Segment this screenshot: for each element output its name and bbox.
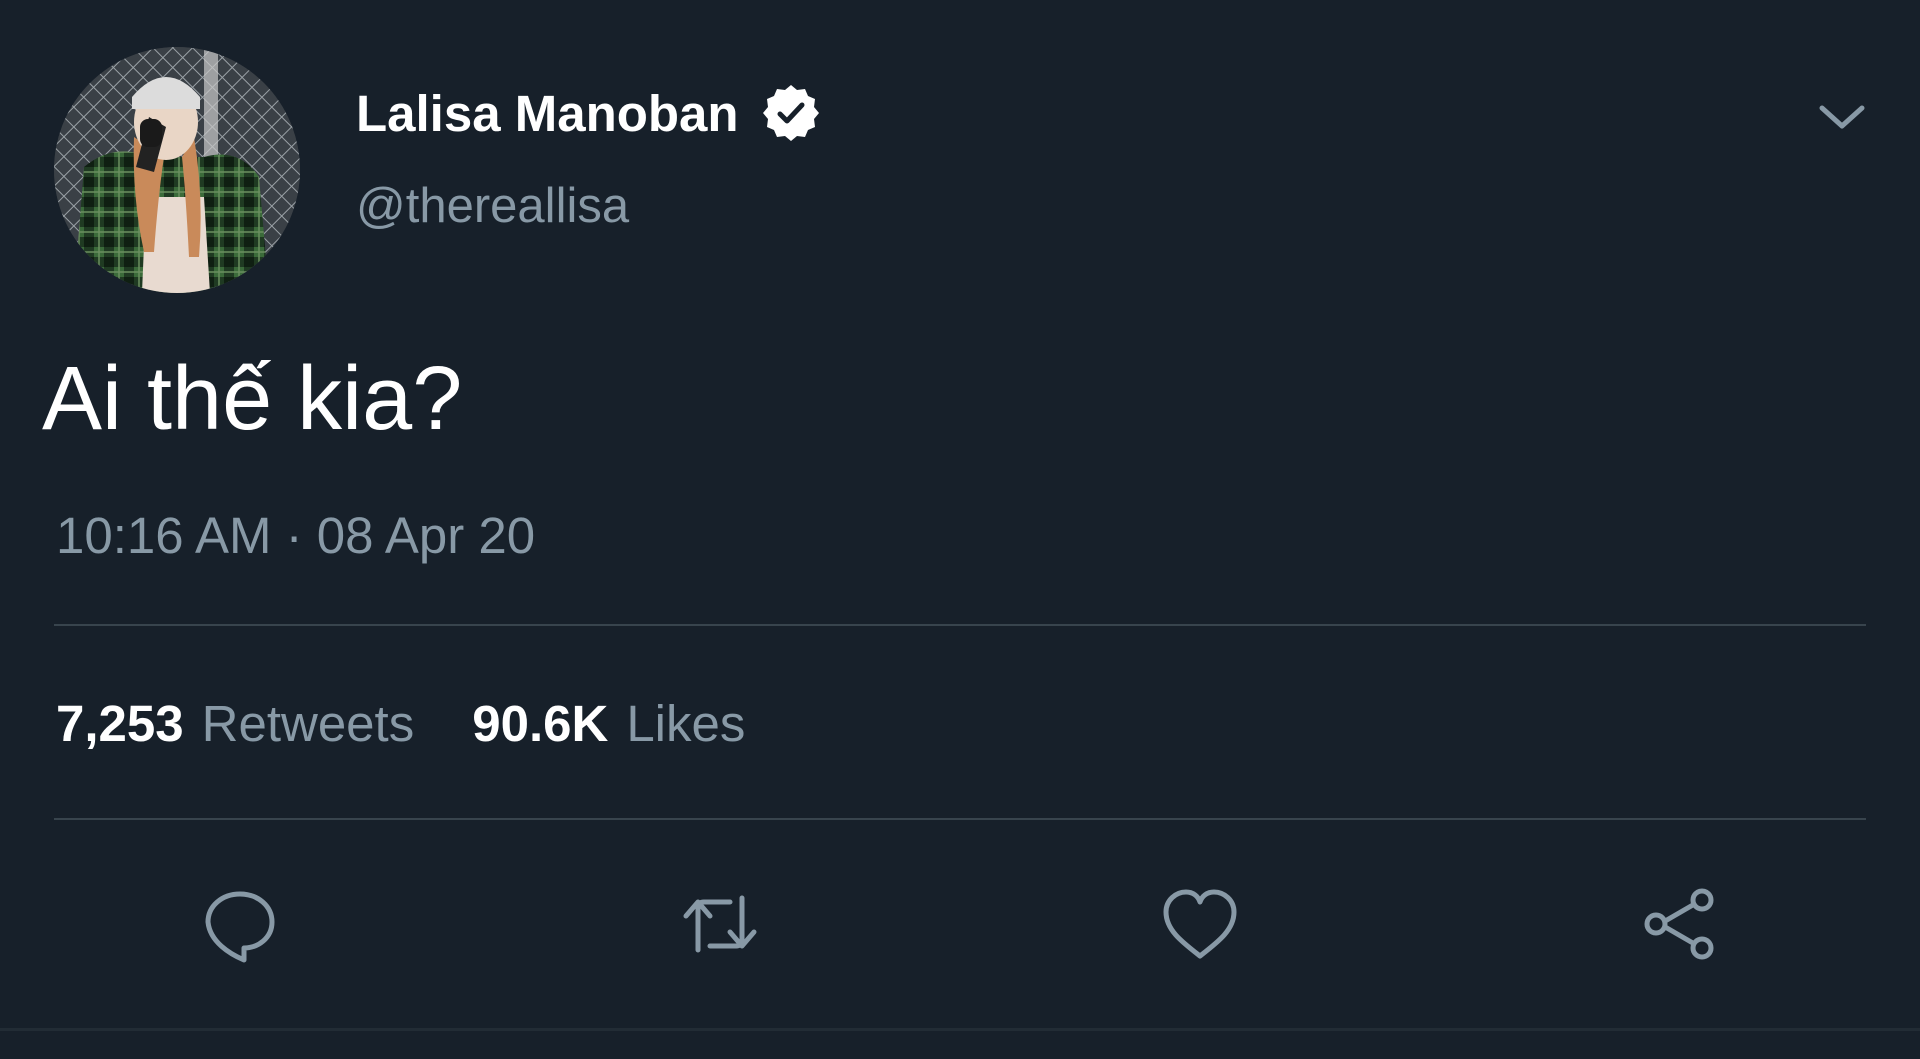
divider bbox=[54, 624, 1866, 626]
retweet-button[interactable] bbox=[676, 880, 764, 968]
share-button[interactable] bbox=[1636, 880, 1724, 968]
verified-badge-icon bbox=[762, 85, 819, 141]
author-handle[interactable]: @thereallisa bbox=[356, 178, 629, 234]
heart-icon bbox=[1163, 889, 1237, 959]
display-name[interactable]: Lalisa Manoban bbox=[356, 84, 739, 143]
chevron-down-icon bbox=[1819, 105, 1865, 129]
tweet-detail: Lalisa Manoban @thereallisa Ai thế kia? … bbox=[0, 0, 1920, 1059]
tweet-menu-button[interactable] bbox=[1816, 92, 1868, 144]
share-icon bbox=[1644, 888, 1714, 960]
reply-button[interactable] bbox=[196, 880, 284, 968]
like-button[interactable] bbox=[1156, 880, 1244, 968]
retweets-label: Retweets bbox=[201, 695, 415, 752]
retweet-icon bbox=[683, 895, 757, 953]
avatar-photo bbox=[54, 47, 300, 293]
likes-stat[interactable]: 90.6K Likes bbox=[472, 694, 745, 753]
tweet-timestamp[interactable]: 10:16 AM · 08 Apr 20 bbox=[56, 506, 535, 565]
tweet-stats: 7,253 Retweets 90.6K Likes bbox=[56, 694, 745, 753]
bottom-border bbox=[0, 1028, 1920, 1031]
reply-icon bbox=[205, 891, 275, 963]
retweets-count: 7,253 bbox=[56, 695, 184, 752]
author-row: Lalisa Manoban bbox=[356, 78, 823, 148]
retweets-stat[interactable]: 7,253 Retweets bbox=[56, 694, 414, 753]
tweet-text: Ai thế kia? bbox=[42, 349, 463, 449]
likes-label: Likes bbox=[626, 695, 746, 752]
likes-count: 90.6K bbox=[472, 695, 609, 752]
divider bbox=[54, 818, 1866, 820]
avatar[interactable] bbox=[54, 47, 300, 293]
